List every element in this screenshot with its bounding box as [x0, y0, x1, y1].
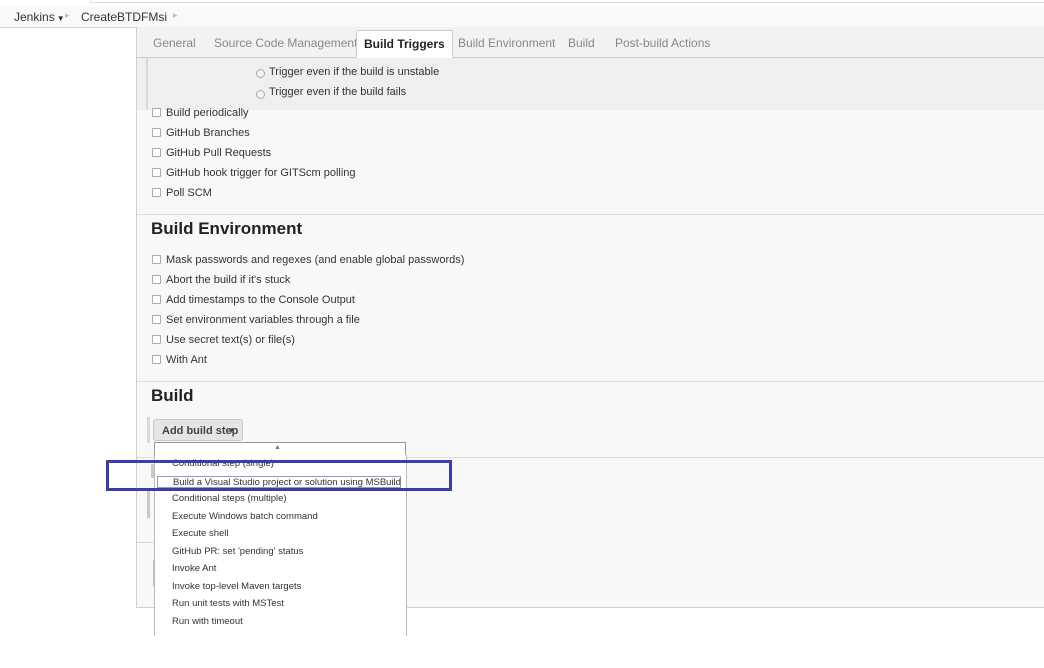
checkbox-add-timestamps[interactable]: [152, 295, 161, 304]
checkbox-github-branches[interactable]: [152, 128, 161, 137]
section-title-build-environment: Build Environment: [151, 219, 303, 238]
checkbox-with-ant[interactable]: [152, 355, 161, 364]
suboptions-indent-bar: [146, 58, 148, 110]
radio-trigger-unstable[interactable]: [256, 69, 265, 78]
add-build-step-button[interactable]: Add build step ▼: [153, 419, 243, 441]
checkbox-github-hook-trigger[interactable]: [152, 168, 161, 177]
checkbox-label: Build periodically: [166, 107, 249, 119]
config-tabs: General Source Code Management Build Tri…: [137, 27, 1044, 58]
checkbox-label: Abort the build if it's stuck: [166, 274, 291, 286]
radio-label: Trigger even if the build fails: [269, 86, 407, 98]
menu-item-execute-shell[interactable]: Execute shell: [172, 528, 229, 539]
scroll-up-icon[interactable]: ▲: [274, 443, 281, 453]
checkbox-build-periodically[interactable]: [152, 108, 161, 117]
checkbox-abort-stuck[interactable]: [152, 275, 161, 284]
menu-item-mstest[interactable]: Run unit tests with MSTest: [172, 598, 284, 609]
section-title-build: Build: [151, 386, 194, 405]
breadcrumb-jenkins-label: Jenkins: [14, 10, 55, 24]
checkbox-poll-scm[interactable]: [152, 188, 161, 197]
checkbox-env-vars-file[interactable]: [152, 315, 161, 324]
breadcrumb-separator-icon: ▸: [65, 10, 70, 20]
checkbox-label: Use secret text(s) or file(s): [166, 334, 295, 346]
checkbox-label: GitHub Pull Requests: [166, 147, 272, 159]
breadcrumb: Jenkins ▼ ▸ CreateBTDFMsi ▸: [0, 6, 1044, 28]
menu-filter-input[interactable]: ▲: [154, 442, 406, 456]
tab-build-environment[interactable]: Build Environment: [458, 36, 555, 50]
button-indent-bar: [147, 417, 150, 443]
breadcrumb-project[interactable]: CreateBTDFMsi: [81, 10, 167, 24]
checkbox-mask-passwords[interactable]: [152, 255, 161, 264]
radio-label: Trigger even if the build is unstable: [269, 66, 440, 78]
chevron-down-icon: ▼: [227, 426, 235, 435]
radio-trigger-fails[interactable]: [256, 90, 265, 99]
breadcrumb-jenkins[interactable]: Jenkins ▼: [14, 10, 65, 24]
menu-item-windows-batch[interactable]: Execute Windows batch command: [172, 511, 318, 522]
menu-item-conditional-multiple[interactable]: Conditional steps (multiple): [172, 493, 287, 504]
checkbox-secret-text[interactable]: [152, 335, 161, 344]
section-divider: [137, 214, 1044, 215]
checkbox-label: GitHub Branches: [166, 127, 250, 139]
hidden-section-edge: [147, 490, 150, 518]
tab-build-triggers[interactable]: Build Triggers: [356, 30, 453, 58]
checkbox-label: Mask passwords and regexes (and enable g…: [166, 254, 465, 266]
menu-item-invoke-maven[interactable]: Invoke top-level Maven targets: [172, 581, 301, 592]
section-divider: [137, 381, 1044, 382]
menu-item-invoke-ant[interactable]: Invoke Ant: [172, 563, 216, 574]
tab-post-build-actions[interactable]: Post-build Actions: [615, 36, 710, 50]
checkbox-github-pull-requests[interactable]: [152, 148, 161, 157]
checkbox-label: Set environment variables through a file: [166, 314, 360, 326]
tab-source-code-management[interactable]: Source Code Management: [214, 36, 357, 50]
highlight-box: [106, 460, 452, 491]
menu-item-github-pr-status[interactable]: GitHub PR: set 'pending' status: [172, 546, 303, 557]
checkbox-label: With Ant: [166, 354, 207, 366]
chevron-down-icon[interactable]: ▼: [57, 14, 65, 23]
menu-item-run-with-timeout[interactable]: Run with timeout: [172, 616, 243, 627]
address-edge: [90, 0, 1044, 3]
tab-general[interactable]: General: [153, 36, 196, 50]
checkbox-label: Add timestamps to the Console Output: [166, 294, 355, 306]
checkbox-label: Poll SCM: [166, 187, 212, 199]
breadcrumb-separator-icon: ▸: [173, 10, 178, 20]
tab-build[interactable]: Build: [568, 36, 595, 50]
checkbox-label: GitHub hook trigger for GITScm polling: [166, 167, 356, 179]
